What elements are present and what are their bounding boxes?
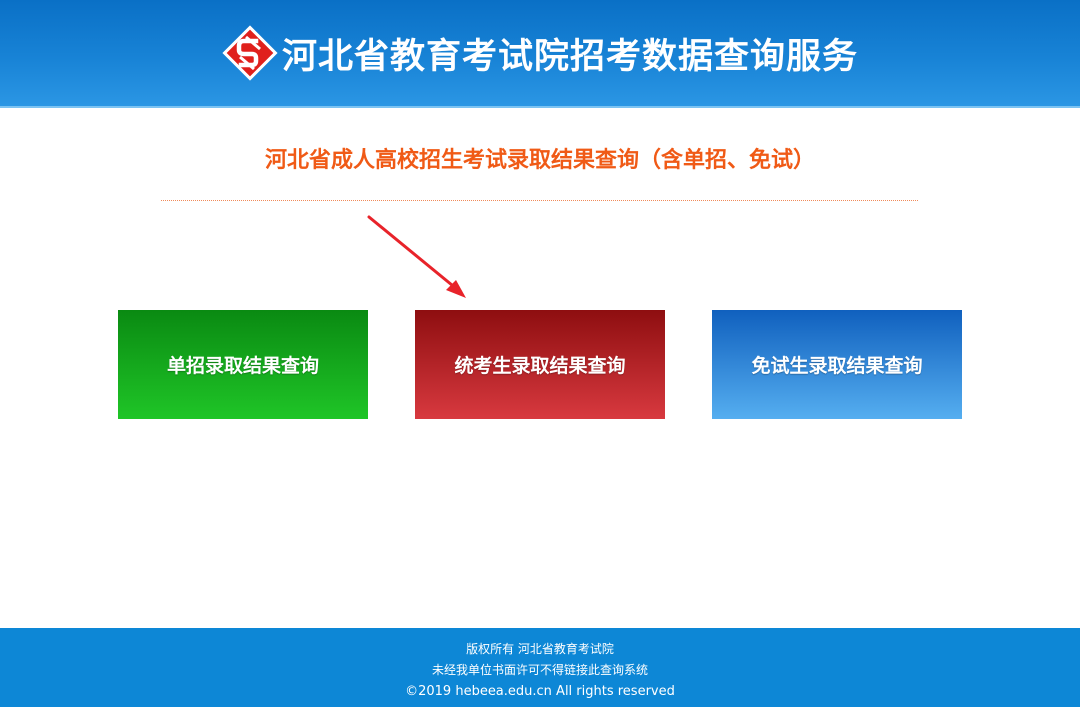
page-title: 河北省成人高校招生考试录取结果查询（含单招、免试）: [264, 148, 815, 173]
footer-link-notice: 未经我单位书面许可不得链接此查询系统: [431, 663, 648, 677]
header-inner: 河北省教育考试院招考数据查询服务: [0, 0, 1080, 106]
hebeea-logo-icon: [222, 25, 278, 81]
footer-rights: ©2019 hebeea.edu.cn All rights reserved: [405, 684, 675, 699]
unified-exam-result-button[interactable]: 统考生录取结果查询: [415, 310, 665, 419]
site-header: 河北省教育考试院招考数据查询服务: [0, 0, 1080, 108]
single-recruit-result-label: 单招录取结果查询: [166, 355, 319, 377]
unified-exam-result-label: 统考生录取结果查询: [454, 355, 626, 377]
site-title: 河北省教育考试院招考数据查询服务: [281, 36, 858, 77]
site-footer: 版权所有 河北省教育考试院 未经我单位书面许可不得链接此查询系统 ©2019 h…: [0, 628, 1080, 707]
footer-copyright-owner: 版权所有 河北省教育考试院: [466, 642, 614, 656]
exempt-exam-result-label: 免试生录取结果查询: [751, 355, 923, 377]
single-recruit-result-button[interactable]: 单招录取结果查询: [118, 310, 368, 419]
exempt-exam-result-button[interactable]: 免试生录取结果查询: [712, 310, 962, 419]
red-arrow-icon: [367, 215, 466, 298]
title-divider: [161, 200, 918, 201]
